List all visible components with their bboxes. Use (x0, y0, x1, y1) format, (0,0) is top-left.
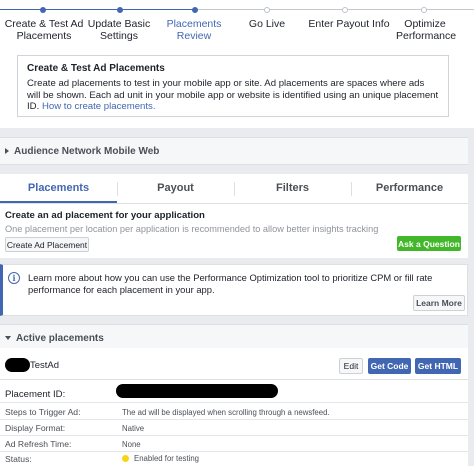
ad-name: TestAd (30, 360, 60, 371)
tab-performance[interactable]: Performance (351, 174, 468, 203)
divider (0, 451, 468, 452)
info-icon: i (8, 272, 20, 284)
step-create-test[interactable]: Create & Test Ad Placements (4, 18, 84, 42)
placement-header-row: TestAd Edit Get Code Get HTML (0, 348, 468, 380)
display-format-label: Display Format: (5, 423, 66, 433)
steps-label: Steps to Trigger Ad: (5, 407, 81, 417)
tab-bar: Placements Payout Filters Performance (0, 174, 468, 204)
step-optimize[interactable]: Optimize Performance (396, 18, 456, 42)
refresh-time-label: Ad Refresh Time: (5, 439, 72, 449)
stepper-track (0, 7, 474, 13)
learn-more-button[interactable]: Learn More (413, 295, 465, 311)
optimization-notice: i Learn more about how you can use the P… (0, 264, 468, 316)
audience-network-header[interactable]: Audience Network Mobile Web (0, 137, 468, 165)
refresh-time-value: None (122, 440, 141, 449)
display-format-value: Native (122, 424, 145, 433)
step-dot-2 (117, 7, 123, 13)
placements-panel: Placements Payout Filters Performance Cr… (0, 174, 468, 258)
placement-id-label: Placement ID: (5, 389, 66, 400)
step-placements-review[interactable]: Placements Review (160, 18, 228, 42)
redaction-mark (5, 358, 30, 372)
info-box: Create & Test Ad Placements Create ad pl… (17, 55, 449, 117)
redaction-mark (116, 384, 278, 398)
step-update-settings[interactable]: Update Basic Settings (86, 18, 152, 42)
status-label: Status: (5, 454, 32, 464)
divider (0, 419, 468, 420)
step-go-live[interactable]: Go Live (240, 18, 294, 30)
status-value: Enabled for testing (122, 454, 199, 463)
step-dot-6 (421, 7, 427, 13)
tab-filters[interactable]: Filters (234, 174, 351, 203)
edit-button[interactable]: Edit (339, 358, 363, 374)
info-box-title: Create & Test Ad Placements (27, 63, 165, 74)
create-ad-placement-button[interactable]: Create Ad Placement (5, 237, 89, 252)
step-enter-payout[interactable]: Enter Payout Info (305, 18, 393, 30)
create-placement-title: Create an ad placement for your applicat… (5, 210, 205, 221)
divider (0, 435, 468, 436)
ask-question-button[interactable]: Ask a Question (397, 236, 461, 251)
get-html-button[interactable]: Get HTML (415, 358, 461, 374)
create-placement-subtitle: One placement per location per applicati… (5, 224, 379, 234)
active-placement-card: TestAd Edit Get Code Get HTML Placement … (0, 348, 468, 466)
divider (0, 402, 468, 403)
track-remaining (195, 9, 474, 10)
step-dot-1 (40, 7, 46, 13)
info-box-text: Create ad placements to test in your mob… (27, 78, 439, 112)
progress-stepper: Create & Test Ad Placements Update Basic… (0, 0, 474, 128)
status-dot-icon (122, 455, 129, 462)
how-to-create-link[interactable]: How to create placements. (42, 101, 156, 112)
step-dot-4 (264, 7, 270, 13)
collapse-arrow-icon (5, 336, 11, 340)
tab-payout[interactable]: Payout (117, 174, 234, 203)
tab-placements[interactable]: Placements (0, 174, 117, 203)
track-completed (0, 9, 195, 10)
step-dot-5 (342, 7, 348, 13)
expand-arrow-icon (5, 148, 9, 154)
get-code-button[interactable]: Get Code (368, 358, 411, 374)
steps-value: The ad will be displayed when scrolling … (122, 408, 330, 417)
notice-text: Learn more about how you can use the Per… (28, 272, 433, 296)
step-dot-3 (192, 7, 198, 13)
